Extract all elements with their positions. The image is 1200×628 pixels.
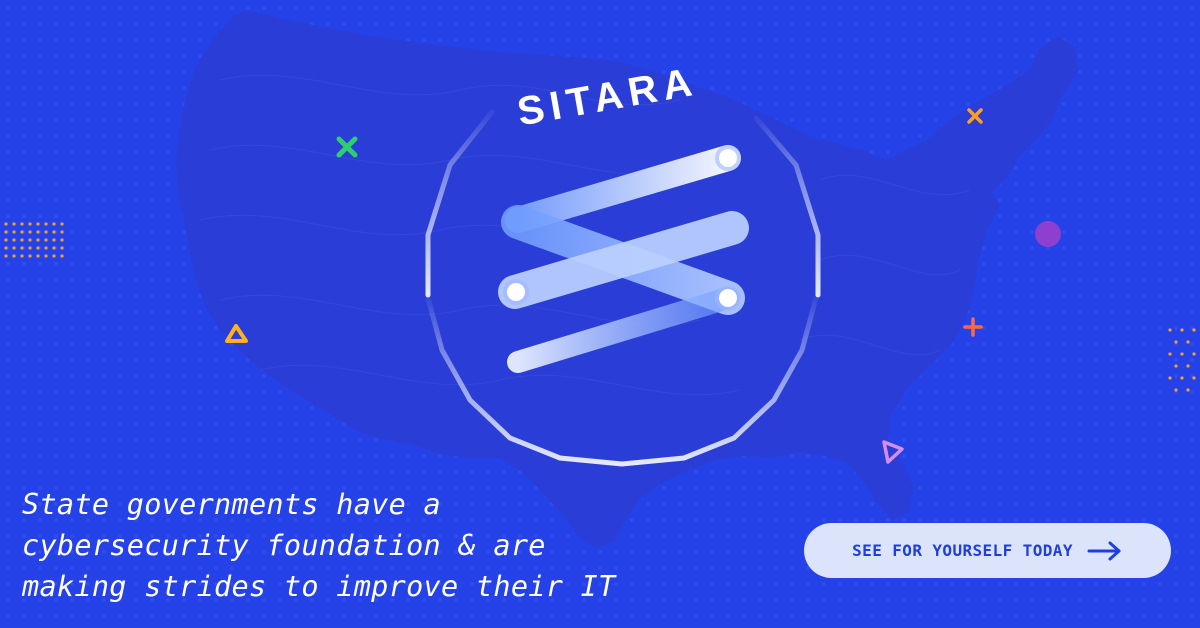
hero-banner: SITARA State governments have a cybersec… xyxy=(0,0,1200,628)
see-for-yourself-button[interactable]: SEE FOR YOURSELF TODAY xyxy=(804,523,1171,578)
orange-x-icon xyxy=(967,108,983,124)
cta-label: SEE FOR YOURSELF TODAY xyxy=(852,541,1073,560)
yellow-triangle-icon xyxy=(225,324,248,343)
dot-grid-icon xyxy=(4,222,64,258)
green-x-icon xyxy=(336,136,358,158)
purple-dot-icon xyxy=(1035,221,1061,247)
pink-triangle-icon xyxy=(882,440,904,464)
orange-plus-icon xyxy=(963,317,983,337)
headline-line-3: making strides to improve their IT xyxy=(22,570,616,603)
headline-line-1: State governments have a xyxy=(22,488,442,521)
dot-grid-right-icon xyxy=(1168,328,1196,392)
headline: State governments have a cybersecurity f… xyxy=(22,484,782,607)
arrow-right-icon xyxy=(1087,541,1121,560)
headline-line-2: cybersecurity foundation & are xyxy=(22,529,546,562)
